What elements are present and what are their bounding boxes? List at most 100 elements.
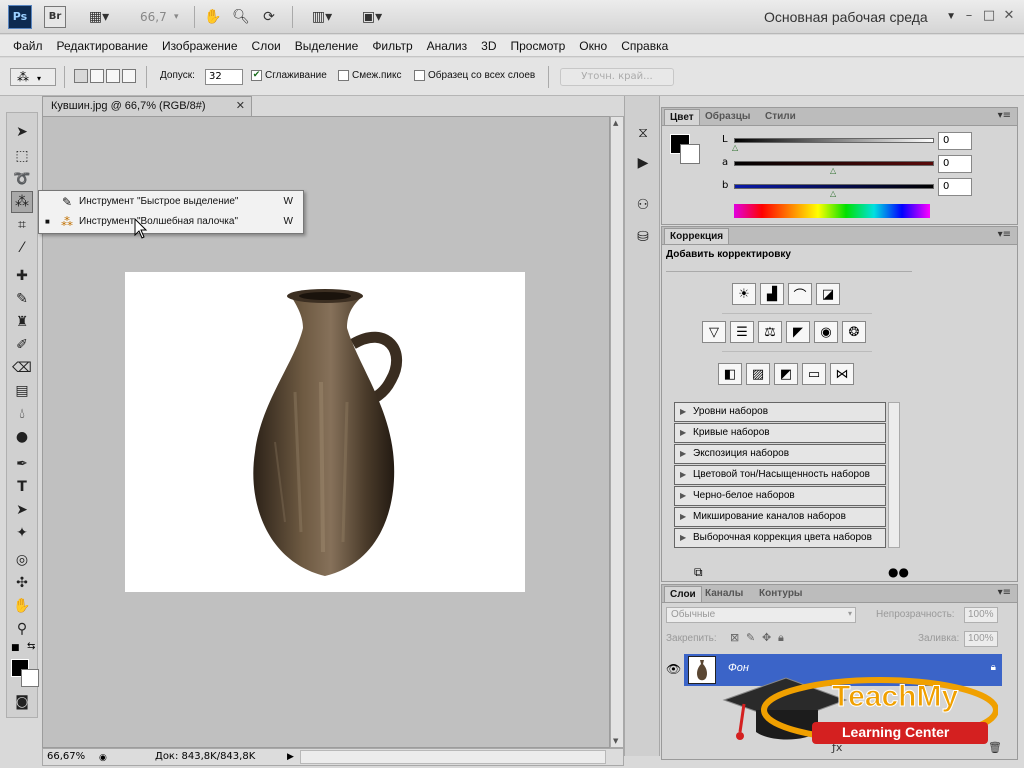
preset-curves[interactable]: Кривые наборов	[674, 423, 886, 443]
flyout-item-magic-wand[interactable]: ■ ⁂ Инструмент "Волшебная палочка" W	[39, 212, 303, 232]
preset-hue-saturation[interactable]: Цветовой тон/Насыщенность наборов	[674, 465, 886, 485]
menu-layers[interactable]: Слои	[245, 39, 288, 53]
3d-rotate-tool[interactable]: ◎	[11, 549, 33, 571]
type-tool[interactable]: T	[11, 476, 33, 498]
tab-swatches[interactable]: Образцы	[700, 109, 755, 125]
shape-tool[interactable]: ✦	[11, 522, 33, 544]
lock-all-icon[interactable]: 🔒︎	[778, 631, 784, 645]
history-brush-tool[interactable]: ✐	[11, 334, 33, 356]
menu-file[interactable]: Файл	[6, 39, 50, 53]
preset-black-white[interactable]: Черно-белое наборов	[674, 486, 886, 506]
menu-view[interactable]: Просмотр	[503, 39, 572, 53]
opacity-input[interactable]: 100%	[964, 607, 998, 623]
menu-filter[interactable]: Фильтр	[365, 39, 419, 53]
intersect-selection-button[interactable]	[122, 69, 136, 83]
3d-orbit-tool[interactable]: ✣	[11, 572, 33, 594]
preset-levels[interactable]: Уровни наборов	[674, 402, 886, 422]
add-to-selection-button[interactable]	[90, 69, 104, 83]
panel-menu-icon[interactable]: ▾≡	[998, 229, 1011, 240]
channel-mixer-button[interactable]: ❂	[842, 321, 866, 343]
spot-healing-tool[interactable]: ✚	[11, 265, 33, 287]
photo-filter-button[interactable]: ◉	[814, 321, 838, 343]
view-extras-button[interactable]: ▦▾	[82, 6, 116, 28]
clip-to-layer-icon[interactable]: ⧉	[694, 565, 703, 580]
eye-icon[interactable]: 👁︎	[666, 662, 681, 676]
channel-l-slider[interactable]	[734, 138, 934, 143]
quick-mask-button[interactable]: ◙	[11, 691, 33, 713]
maximize-button[interactable]: □	[980, 8, 998, 24]
hand-tool-button[interactable]: ✋	[202, 6, 224, 28]
workspace-switcher[interactable]: Основная рабочая среда ▼	[764, 6, 956, 28]
scroll-up-icon[interactable]: ▲	[613, 119, 618, 127]
clone-stamp-tool[interactable]: ♜	[11, 311, 33, 333]
zoom-level-field[interactable]: 66,7 ▾	[128, 7, 188, 27]
eyedropper-tool[interactable]: ⁄	[11, 237, 33, 259]
document-tab[interactable]: Кувшин.jpg @ 66,7% (RGB/8#) ✕	[42, 96, 252, 116]
channel-b-input[interactable]: 0	[938, 178, 972, 196]
threshold-button[interactable]: ◩	[774, 363, 798, 385]
brush-tool[interactable]: ✎	[11, 288, 33, 310]
tab-color[interactable]: Цвет	[664, 109, 700, 125]
lock-transparency-icon[interactable]: ⊠	[730, 631, 739, 644]
status-zoom[interactable]: 66,67%	[47, 749, 85, 765]
swap-colors-icon[interactable]: ⇆	[27, 641, 35, 652]
minimize-button[interactable]: –	[960, 8, 978, 24]
pen-tool[interactable]: ✒	[11, 453, 33, 475]
fill-input[interactable]: 100%	[964, 631, 998, 647]
tool-preset-picker[interactable]: ⁂ ▾	[10, 68, 56, 86]
panel-menu-icon[interactable]: ▾≡	[998, 587, 1011, 598]
dodge-tool[interactable]: ●	[11, 426, 33, 448]
panel-menu-icon[interactable]: ▾≡	[998, 110, 1011, 121]
gradient-tool[interactable]: ▤	[11, 380, 33, 402]
masks-panel-button[interactable]: ⛁	[631, 226, 655, 248]
lock-pixels-icon[interactable]: ✎	[746, 631, 755, 644]
slider-thumb-icon[interactable]: △	[732, 144, 740, 152]
zoom-tool[interactable]: ⚲	[11, 618, 33, 640]
screen-mode-button[interactable]: ▣▾	[352, 6, 392, 28]
blend-mode-select[interactable]: Обычные ▾	[666, 607, 856, 623]
color-spectrum-ramp[interactable]	[734, 204, 930, 218]
menu-select[interactable]: Выделение	[288, 39, 366, 53]
sample-all-layers-checkbox[interactable]	[414, 70, 425, 81]
tab-adjustments[interactable]: Коррекция	[664, 228, 730, 244]
background-color-swatch[interactable]	[680, 144, 700, 164]
menu-analysis[interactable]: Анализ	[420, 39, 475, 53]
tab-channels[interactable]: Каналы	[700, 586, 748, 602]
zoom-tool-button[interactable]: 🔍︎	[230, 6, 252, 28]
blur-tool[interactable]: 💧︎	[11, 403, 33, 425]
flyout-item-quick-selection[interactable]: ✎ Инструмент "Быстрое выделение" W	[39, 192, 303, 212]
crop-tool[interactable]: ⌗	[11, 214, 33, 236]
brightness-contrast-button[interactable]: ☀	[732, 283, 756, 305]
tab-paths[interactable]: Контуры	[754, 586, 807, 602]
status-menu-arrow-icon[interactable]: ▶	[287, 749, 294, 765]
menu-help[interactable]: Справка	[614, 39, 675, 53]
background-color-swatch[interactable]	[21, 669, 39, 687]
close-button[interactable]: ✕	[1000, 8, 1018, 24]
posterize-button[interactable]: ▨	[746, 363, 770, 385]
launch-bridge-button[interactable]: Br	[44, 6, 66, 28]
slider-thumb-icon[interactable]: △	[830, 190, 838, 198]
lock-position-icon[interactable]: ✥	[762, 631, 771, 644]
layer-visibility-adjust-icon[interactable]: ●●	[888, 565, 909, 579]
move-tool[interactable]: ➤	[11, 121, 33, 143]
menu-3d[interactable]: 3D	[474, 39, 503, 53]
hue-saturation-button[interactable]: ☰	[730, 321, 754, 343]
channel-a-input[interactable]: 0	[938, 155, 972, 173]
curves-button[interactable]: ⌒	[788, 283, 812, 305]
tab-styles[interactable]: Стили	[760, 109, 801, 125]
vertical-scrollbar[interactable]: ▲ ▼	[610, 116, 624, 748]
lasso-tool[interactable]: ➰	[11, 168, 33, 190]
selective-color-button[interactable]: ⋈	[830, 363, 854, 385]
black-white-button[interactable]: ◤	[786, 321, 810, 343]
channel-l-input[interactable]: 0	[938, 132, 972, 150]
scroll-down-icon[interactable]: ▼	[613, 737, 618, 745]
default-colors-icon[interactable]: ■	[11, 643, 20, 653]
status-info-icon[interactable]: ◉	[99, 750, 107, 766]
close-document-button[interactable]: ✕	[236, 97, 245, 115]
slider-thumb-icon[interactable]: △	[830, 167, 838, 175]
rotate-view-button[interactable]: ⟳	[258, 6, 280, 28]
refine-edge-button[interactable]: Уточн. край...	[560, 68, 674, 86]
gradient-map-button[interactable]: ▭	[802, 363, 826, 385]
vibrance-button[interactable]: ▽	[702, 321, 726, 343]
menu-window[interactable]: Окно	[572, 39, 614, 53]
